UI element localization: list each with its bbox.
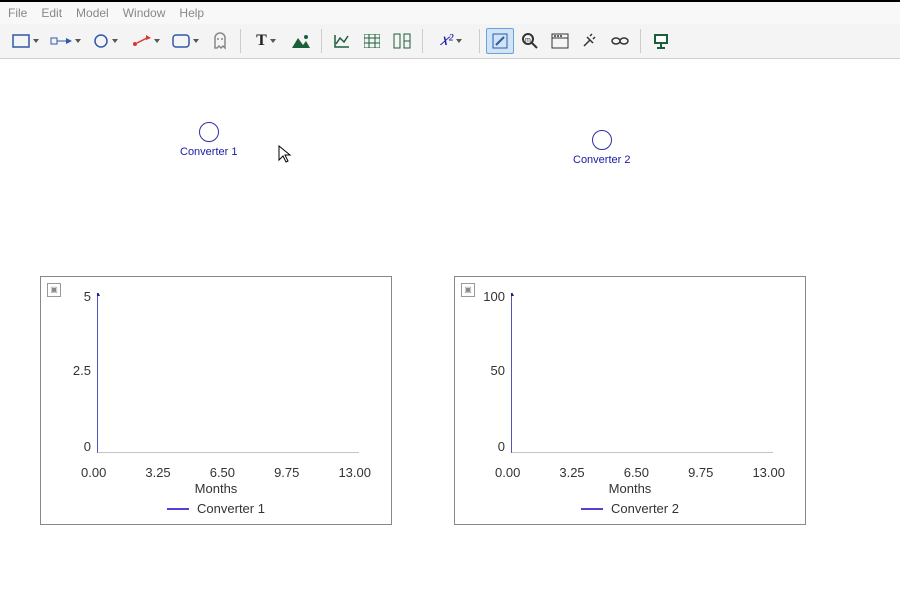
converter-circle-icon — [199, 122, 219, 142]
image-icon — [292, 34, 310, 48]
rect-icon — [12, 34, 30, 48]
converter-1[interactable]: Converter 1 — [180, 122, 237, 158]
magnifier-icon: m — [521, 32, 539, 50]
plug-icon — [581, 33, 599, 49]
window-icon — [551, 33, 569, 49]
toolbar-separator — [479, 29, 480, 53]
equation-icon: 𝑥² — [440, 32, 454, 50]
menu-file[interactable]: File — [8, 6, 27, 20]
numeric-icon — [393, 33, 411, 49]
link-icon — [611, 35, 629, 47]
stock-tool[interactable] — [6, 28, 44, 54]
flow-icon — [50, 34, 72, 48]
converter-2-label: Converter 2 — [573, 154, 630, 166]
ghost-tool[interactable] — [206, 28, 234, 54]
chart-2-xlabel: Months — [455, 481, 805, 496]
menubar: File Edit Model Window Help — [0, 2, 900, 24]
xtick: 9.75 — [274, 465, 299, 480]
edit-mode-tool[interactable] — [486, 28, 514, 54]
probe-tool[interactable] — [576, 28, 604, 54]
text-tool[interactable]: T — [247, 28, 285, 54]
chevron-down-icon — [33, 39, 39, 43]
toolbar-separator — [422, 29, 423, 53]
xtick: 3.25 — [145, 465, 170, 480]
chart-2-ytick-max: 100 — [465, 289, 505, 304]
chart-2-axes — [511, 293, 773, 453]
menu-help[interactable]: Help — [179, 6, 204, 20]
toolbar: T — [0, 24, 900, 58]
toolbar-separator — [240, 29, 241, 53]
chart-1-axes — [97, 293, 359, 453]
converter-circle-icon — [592, 130, 612, 150]
svg-text:m: m — [525, 37, 531, 44]
equation-tool[interactable]: 𝑥² — [429, 28, 473, 54]
rounded-rect-icon — [172, 34, 190, 48]
xtick: 9.75 — [688, 465, 713, 480]
legend-swatch — [581, 508, 603, 510]
xtick: 6.50 — [624, 465, 649, 480]
chevron-down-icon — [193, 39, 199, 43]
graphics-tool[interactable] — [287, 28, 315, 54]
toolbar-separator — [321, 29, 322, 53]
legend-swatch — [167, 508, 189, 510]
chart-1-ytick-max: 5 — [51, 289, 91, 304]
chart-1[interactable]: ▣ 5 2.5 0 0.00 3.25 6.50 9.75 13.00 Mont… — [40, 276, 392, 525]
cursor-icon — [278, 145, 294, 165]
chevron-down-icon — [75, 39, 81, 43]
table-icon — [364, 34, 380, 48]
chart-1-xticks: 0.00 3.25 6.50 9.75 13.00 — [81, 465, 371, 480]
table-tool[interactable] — [358, 28, 386, 54]
chevron-down-icon — [154, 39, 160, 43]
chart-2[interactable]: ▣ 100 50 0 0.00 3.25 6.50 9.75 13.00 Mon… — [454, 276, 806, 525]
circle-icon — [93, 33, 109, 49]
chart-1-legend-label: Converter 1 — [197, 501, 265, 516]
connector-tool[interactable] — [126, 28, 164, 54]
module-tool[interactable] — [166, 28, 204, 54]
converter-2[interactable]: Converter 2 — [573, 130, 630, 166]
graph-icon — [333, 33, 351, 49]
converter-tool[interactable] — [86, 28, 124, 54]
chart-1-ytick-min: 0 — [51, 439, 91, 454]
xtick: 6.50 — [210, 465, 235, 480]
menu-model[interactable]: Model — [76, 6, 109, 20]
xtick: 13.00 — [752, 465, 785, 480]
find-tool[interactable]: m — [516, 28, 544, 54]
connector-icon — [131, 34, 151, 48]
chevron-down-icon — [270, 39, 276, 43]
chevron-down-icon — [112, 39, 118, 43]
link-tool[interactable] — [606, 28, 634, 54]
menu-window[interactable]: Window — [123, 6, 166, 20]
model-canvas[interactable]: Converter 1 Converter 2 ▣ 5 2.5 0 0.00 3… — [0, 59, 900, 596]
chart-1-ytick-mid: 2.5 — [51, 363, 91, 378]
toolbar-separator — [640, 29, 641, 53]
chart-2-xticks: 0.00 3.25 6.50 9.75 13.00 — [495, 465, 785, 480]
chart-2-legend-label: Converter 2 — [611, 501, 679, 516]
chevron-down-icon — [456, 39, 462, 43]
panel-tool[interactable] — [546, 28, 574, 54]
chart-2-ytick-mid: 50 — [465, 363, 505, 378]
numeric-tool[interactable] — [388, 28, 416, 54]
xtick: 0.00 — [81, 465, 106, 480]
presentation-tool[interactable] — [647, 28, 675, 54]
chart-1-legend: Converter 1 — [41, 501, 391, 516]
xtick: 13.00 — [338, 465, 371, 480]
chart-1-xlabel: Months — [41, 481, 391, 496]
xtick: 0.00 — [495, 465, 520, 480]
chart-2-legend: Converter 2 — [455, 501, 805, 516]
graph-tool[interactable] — [328, 28, 356, 54]
pencil-box-icon — [492, 33, 508, 49]
text-icon: T — [256, 32, 267, 50]
converter-1-label: Converter 1 — [180, 146, 237, 158]
ghost-icon — [212, 32, 228, 50]
flow-tool[interactable] — [46, 28, 84, 54]
monitor-icon — [652, 32, 670, 50]
menu-edit[interactable]: Edit — [41, 6, 62, 20]
xtick: 3.25 — [559, 465, 584, 480]
chart-2-ytick-min: 0 — [465, 439, 505, 454]
